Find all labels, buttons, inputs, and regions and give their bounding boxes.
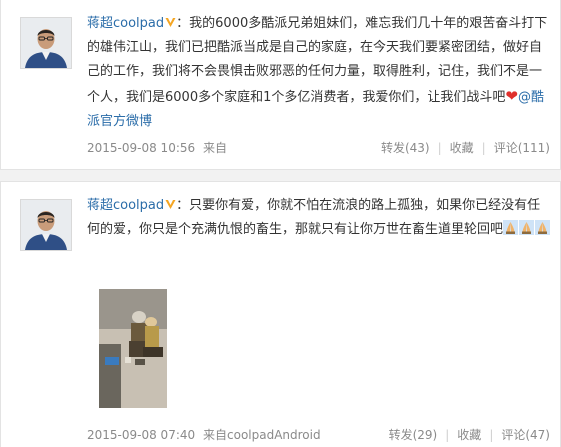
separator: |	[481, 141, 486, 155]
repost-button[interactable]: 转发(29)	[389, 428, 438, 442]
post-actions: 转发(29) | 收藏 | 评论(47)	[389, 425, 550, 445]
post-meta: 2015-09-08 10:56 来自 转发(43) | 收藏 | 评论(111)	[87, 138, 550, 158]
colon: ：	[176, 16, 190, 31]
favorite-button[interactable]: 收藏	[450, 141, 474, 155]
weibo-post-1: 蒋超coolpad ：我的6000多酷派兄弟姐妹们，难忘我们几十年的艰苦奋斗打下的…	[0, 0, 561, 170]
post-source: 来自coolpadAndroid	[203, 428, 321, 442]
post-actions: 转发(43) | 收藏 | 评论(111)	[381, 138, 550, 158]
weibo-post-2: 蒋超coolpad ：只要你有爱，你就不怕在流浪的路上孤独，如果你已经没有任何的爱…	[0, 181, 561, 447]
post-photo[interactable]	[99, 289, 167, 408]
username-link[interactable]: 蒋超coolpad	[87, 198, 164, 213]
post-source: 来自	[203, 141, 228, 155]
favorite-button[interactable]: 收藏	[457, 428, 481, 442]
post-content: 蒋超coolpad ：我的6000多酷派兄弟姐妹们，难忘我们几十年的艰苦奋斗打下的…	[87, 12, 553, 134]
heart-icon: ❤	[505, 87, 518, 105]
comment-button[interactable]: 评论(111)	[494, 141, 550, 155]
verified-badge-icon	[165, 17, 176, 28]
post-meta: 2015-09-08 07:40 来自coolpadAndroid 转发(29)…	[87, 425, 550, 445]
colon: ：	[176, 198, 190, 213]
post-divider	[0, 170, 561, 181]
avatar-photo	[21, 18, 71, 68]
post-time[interactable]: 2015-09-08 07:40	[87, 425, 195, 445]
street-photo-image	[99, 289, 167, 408]
post-content: 蒋超coolpad ：只要你有爱，你就不怕在流浪的路上孤独，如果你已经没有任何的爱…	[87, 194, 553, 242]
praying-hands-icon	[535, 220, 551, 235]
user-avatar[interactable]	[20, 17, 72, 69]
verified-badge-icon	[165, 199, 176, 210]
post-time[interactable]: 2015-09-08 10:56	[87, 138, 195, 158]
praying-hands-icon	[503, 220, 519, 235]
separator: |	[437, 141, 442, 155]
separator: |	[489, 428, 494, 442]
comment-button[interactable]: 评论(47)	[501, 428, 550, 442]
username-link[interactable]: 蒋超coolpad	[87, 16, 164, 31]
praying-hands-icon	[519, 220, 535, 235]
separator: |	[445, 428, 450, 442]
repost-button[interactable]: 转发(43)	[381, 141, 430, 155]
avatar-photo	[21, 200, 71, 250]
user-avatar[interactable]	[20, 199, 72, 251]
